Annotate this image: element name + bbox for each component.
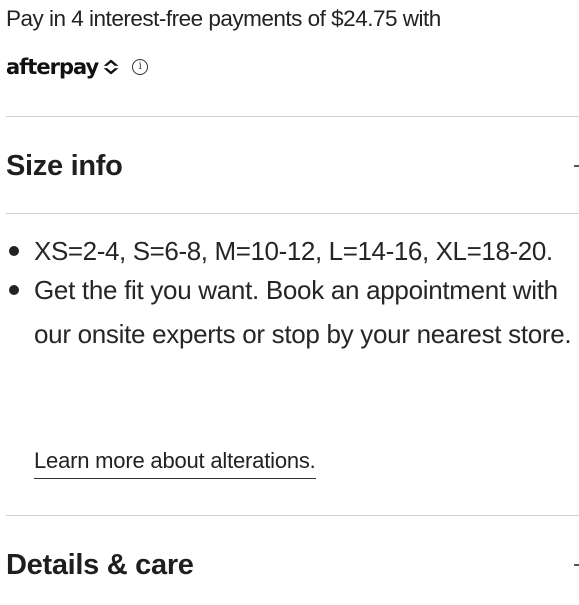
afterpay-row: afterpay i bbox=[6, 52, 149, 82]
alterations-link[interactable]: Learn more about alterations. bbox=[34, 446, 316, 479]
divider bbox=[6, 213, 579, 214]
details-care-header[interactable]: Details & care bbox=[0, 545, 579, 605]
info-icon[interactable]: i bbox=[132, 59, 149, 75]
list-item: Get the fit you want. Book an appointmen… bbox=[6, 268, 576, 356]
afterpay-payment-text: Pay in 4 interest-free payments of $24.7… bbox=[6, 6, 441, 31]
size-info-header[interactable]: Size info bbox=[0, 146, 579, 206]
details-care-title: Details & care bbox=[6, 549, 194, 581]
bullet-icon bbox=[9, 246, 19, 256]
afterpay-logo-text: afterpay bbox=[6, 55, 99, 79]
afterpay-arrows-icon bbox=[102, 59, 121, 75]
bullet-icon bbox=[9, 285, 19, 295]
list-item: XS=2-4, S=6-8, M=10-12, L=14-16, XL=18-2… bbox=[6, 232, 576, 270]
size-info-list: XS=2-4, S=6-8, M=10-12, L=14-16, XL=18-2… bbox=[6, 232, 576, 356]
divider bbox=[6, 116, 579, 117]
afterpay-logo: afterpay bbox=[6, 55, 122, 79]
collapse-minus-icon[interactable] bbox=[574, 165, 579, 167]
fit-appointment-text: Get the fit you want. Book an appointmen… bbox=[34, 275, 572, 349]
size-info-title: Size info bbox=[6, 150, 123, 182]
size-chart-text: XS=2-4, S=6-8, M=10-12, L=14-16, XL=18-2… bbox=[34, 236, 553, 266]
collapse-minus-icon[interactable] bbox=[574, 564, 579, 566]
divider bbox=[6, 515, 579, 516]
